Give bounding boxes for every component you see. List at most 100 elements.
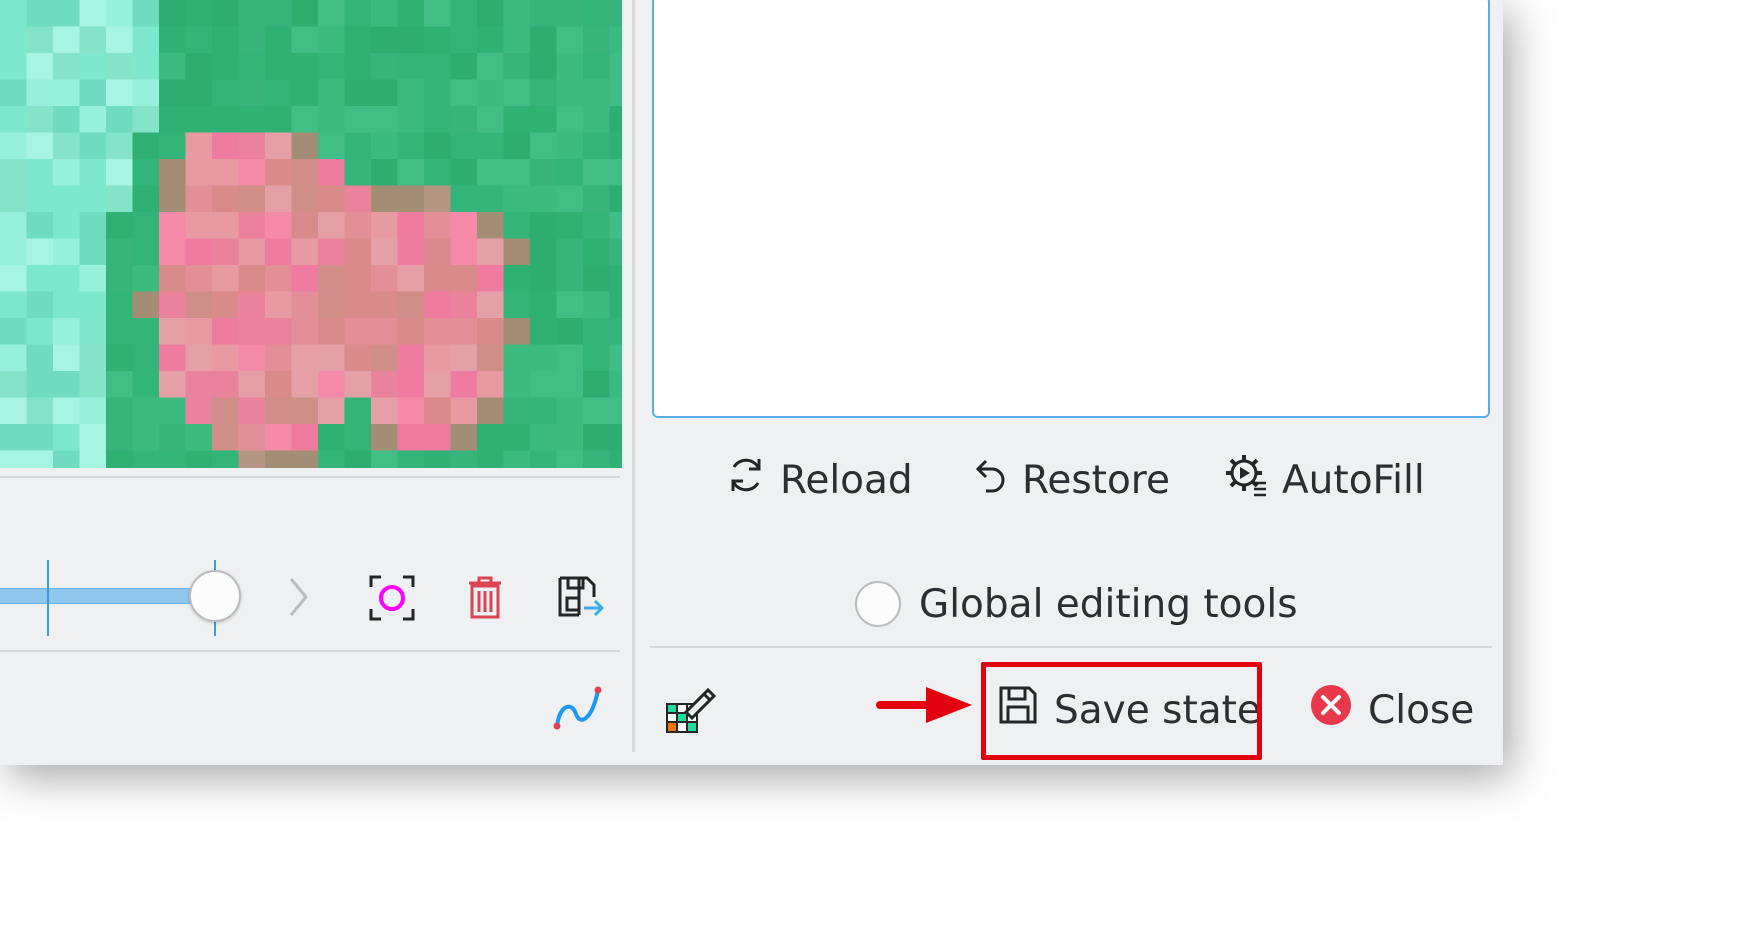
image-pixel — [583, 26, 610, 54]
image-pixel — [318, 397, 345, 425]
image-pixel — [318, 371, 345, 398]
image-pixel — [450, 106, 478, 133]
image-pixel — [106, 212, 133, 239]
image-pixel — [26, 159, 54, 186]
close-circle-icon — [1310, 684, 1352, 736]
image-pixel — [477, 132, 504, 160]
image-pixel — [424, 132, 451, 160]
state-text-area[interactable] — [652, 0, 1490, 418]
image-pixel — [0, 159, 27, 186]
global-editing-tools-radio[interactable] — [855, 581, 901, 627]
trash-icon[interactable] — [462, 574, 508, 622]
image-pixel — [530, 132, 557, 160]
image-pixel — [397, 106, 425, 133]
image-pixel — [397, 79, 425, 107]
autofill-button[interactable]: AutoFill — [1224, 455, 1425, 505]
image-pixel — [212, 397, 239, 425]
image-pixel — [212, 212, 239, 239]
close-button[interactable]: Close — [1310, 683, 1474, 737]
image-pixel — [53, 132, 80, 160]
image-pixel — [556, 450, 584, 468]
image-pixel — [132, 265, 160, 292]
image-pixel — [450, 397, 478, 425]
chevron-right-icon[interactable] — [282, 574, 314, 620]
image-pixel — [26, 132, 54, 160]
image-pixel — [609, 106, 622, 133]
image-pixel — [291, 238, 319, 266]
image-pixel — [424, 0, 451, 27]
image-pixel — [79, 106, 107, 133]
image-pixel — [212, 318, 239, 345]
image-pixel — [530, 291, 557, 319]
panel-splitter[interactable] — [632, 0, 635, 752]
image-pixel — [371, 26, 398, 54]
image-pixel — [397, 26, 425, 54]
image-pixel — [26, 106, 54, 133]
image-pixel — [344, 185, 372, 213]
slider-handle[interactable] — [189, 570, 241, 622]
image-pixel — [132, 397, 160, 425]
image-pixel — [53, 397, 80, 425]
image-pixel — [265, 265, 292, 292]
image-pixel — [556, 212, 584, 239]
image-pixel — [424, 212, 451, 239]
image-pixel — [503, 424, 531, 451]
image-pixel — [238, 159, 266, 186]
image-pixel — [79, 0, 107, 27]
image-pixel — [53, 291, 80, 319]
image-pixel — [53, 424, 80, 451]
save-export-icon[interactable] — [556, 574, 606, 622]
image-pixel — [265, 344, 292, 372]
grid-edit-icon[interactable] — [664, 684, 718, 734]
image-pixel — [556, 106, 584, 133]
curve-icon[interactable] — [552, 684, 604, 732]
undo-icon — [970, 455, 1008, 505]
image-pixel — [238, 79, 266, 107]
image-pixel — [583, 450, 610, 468]
restore-button[interactable]: Restore — [970, 455, 1170, 505]
image-pixel — [0, 344, 27, 372]
image-pixel — [583, 424, 610, 451]
slider-tick — [47, 560, 49, 636]
image-pixel — [344, 318, 372, 345]
image-pixel — [477, 424, 504, 451]
image-pixel — [424, 318, 451, 345]
image-pixel — [318, 238, 345, 266]
image-pixel — [609, 212, 622, 239]
image-pixel — [583, 106, 610, 133]
image-pixel — [530, 185, 557, 213]
image-pixel — [238, 318, 266, 345]
image-pixel — [132, 79, 160, 107]
image-pixel — [583, 397, 610, 425]
image-pixel — [477, 0, 504, 27]
image-pixel — [556, 371, 584, 398]
image-pixel — [79, 238, 107, 266]
image-pixel — [371, 106, 398, 133]
image-pixel — [185, 371, 213, 398]
image-pixel — [583, 0, 610, 27]
image-pixel — [106, 53, 133, 80]
image-pixel — [503, 318, 531, 345]
image-pixel — [371, 397, 398, 425]
slider-track[interactable] — [0, 588, 200, 604]
image-pixel — [318, 0, 345, 27]
focus-circle-icon[interactable] — [366, 572, 418, 624]
image-pixel — [26, 53, 54, 80]
image-pixel — [371, 79, 398, 107]
opacity-slider[interactable] — [0, 560, 260, 636]
image-pixel — [583, 265, 610, 292]
image-pixel — [0, 79, 27, 107]
reload-button[interactable]: Reload — [726, 455, 913, 505]
image-pixel — [53, 106, 80, 133]
image-pixel — [318, 159, 345, 186]
image-pixel — [556, 344, 584, 372]
image-pixel — [371, 0, 398, 27]
image-pixel — [53, 0, 80, 27]
image-pixel — [530, 212, 557, 239]
global-editing-tools-option[interactable]: Global editing tools — [855, 578, 1298, 630]
image-pixel — [185, 318, 213, 345]
image-pixel — [79, 397, 107, 425]
image-pixel — [477, 212, 504, 239]
image-pixel — [79, 424, 107, 451]
image-pixel — [53, 318, 80, 345]
